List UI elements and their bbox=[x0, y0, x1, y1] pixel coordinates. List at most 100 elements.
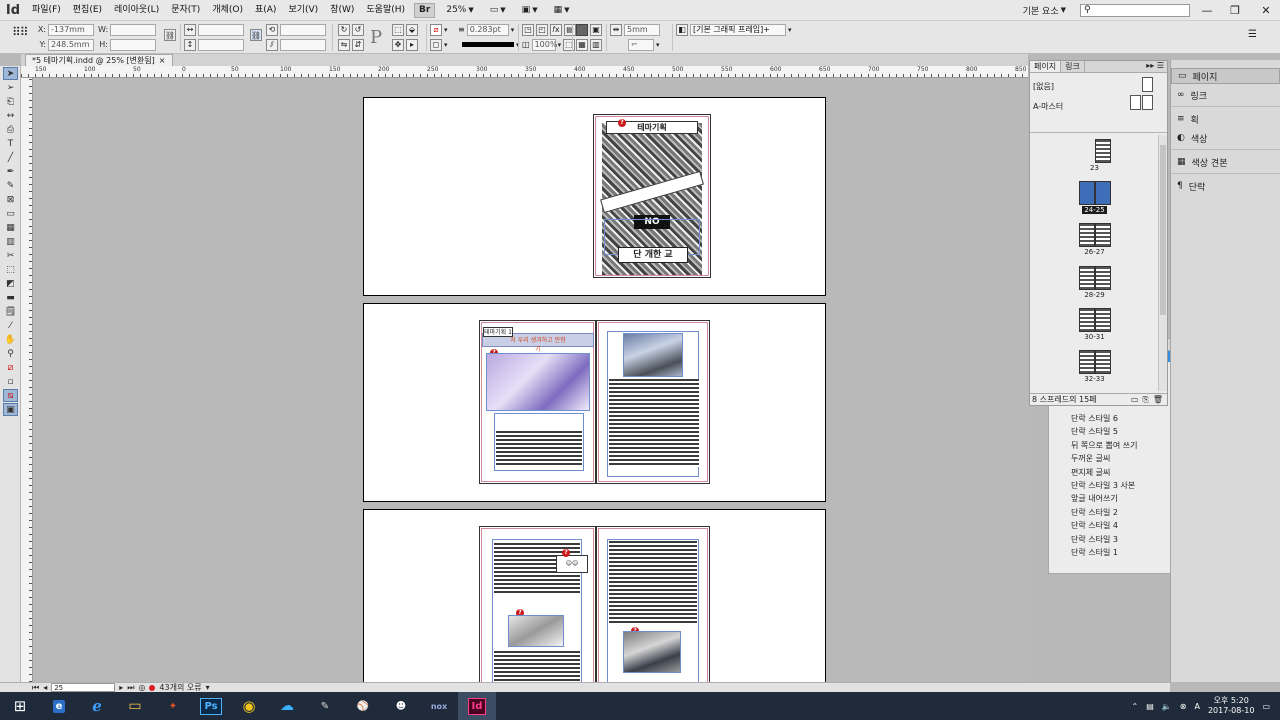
menu-type[interactable]: 문자(T) bbox=[165, 0, 206, 21]
menu-table[interactable]: 표(A) bbox=[249, 0, 282, 21]
close-button[interactable]: ✕ bbox=[1252, 0, 1280, 21]
dock-stroke[interactable]: ≡ 획 bbox=[1171, 111, 1280, 127]
a-master-thumb-right[interactable] bbox=[1142, 95, 1153, 110]
object-styles-icon[interactable]: ▤ bbox=[564, 23, 576, 36]
align-dropdown[interactable]: ⌐ bbox=[628, 38, 654, 51]
missing-link-icon[interactable]: ? bbox=[618, 119, 626, 127]
rotate-ccw-icon[interactable]: ↺ bbox=[352, 23, 364, 36]
stroke-weight-field[interactable]: 0.283pt bbox=[466, 23, 509, 36]
page-25[interactable] bbox=[596, 320, 710, 484]
select-content-icon[interactable]: ⬙ bbox=[406, 23, 418, 36]
wrap-shape-icon[interactable]: ▦ bbox=[576, 38, 588, 51]
hand-tool-icon[interactable]: ✋ bbox=[3, 333, 18, 346]
gradient-tool-icon[interactable]: ◩ bbox=[3, 277, 18, 290]
gap-tool-icon[interactable]: ↔ bbox=[3, 109, 18, 122]
zoom-tool-icon[interactable]: ⚲ bbox=[3, 347, 18, 360]
spread-thumb-30-31[interactable]: 30-31 bbox=[1030, 308, 1159, 341]
taskbar-app[interactable]: ✎ bbox=[306, 692, 344, 720]
wrap-none-icon[interactable] bbox=[576, 23, 588, 36]
note-tool-icon[interactable]: 🗒 bbox=[3, 305, 18, 318]
rotate-cw-icon[interactable]: ↻ bbox=[338, 23, 350, 36]
prev-page-icon[interactable]: ◂ bbox=[43, 683, 47, 692]
constrain-proportions-icon[interactable]: ⛓ bbox=[164, 29, 176, 41]
wrap-jump-icon[interactable]: ▥ bbox=[590, 38, 602, 51]
select-next-icon[interactable]: ▸ bbox=[406, 38, 418, 51]
volume-icon[interactable]: 🔈 bbox=[1162, 702, 1172, 711]
workspace-switcher[interactable]: 기본 요소 ▼ bbox=[1018, 3, 1071, 18]
scissors-tool-icon[interactable]: ✂ bbox=[3, 249, 18, 262]
computer-room-photo[interactable] bbox=[623, 631, 681, 673]
select-previous-icon[interactable]: ✥ bbox=[392, 38, 404, 51]
object-style-dropdown[interactable]: [기본 그래픽 프레임]+ bbox=[690, 23, 786, 36]
tab-links[interactable]: 링크 bbox=[1061, 61, 1085, 72]
last-page-icon[interactable]: ⏭ bbox=[127, 683, 134, 693]
y-position-field[interactable]: 248.5mm bbox=[48, 38, 94, 51]
reference-point-grid[interactable]: ⠿⠿ bbox=[12, 25, 29, 39]
type-tool-icon[interactable]: T bbox=[3, 137, 18, 150]
bridge-button[interactable]: Br bbox=[414, 2, 436, 18]
pencil-tool-icon[interactable]: ✎ bbox=[3, 179, 18, 192]
stroke-type-swatch[interactable] bbox=[462, 42, 514, 47]
zoom-dropdown[interactable]: 25% ▼ bbox=[441, 3, 478, 18]
preflight-icon[interactable]: ◎ bbox=[138, 683, 145, 692]
taskbar-cloud[interactable]: ☁ bbox=[268, 692, 306, 720]
taskbar-app[interactable]: ✦ bbox=[154, 692, 192, 720]
scale-x-field[interactable] bbox=[198, 23, 244, 36]
menu-help[interactable]: 도움말(H) bbox=[360, 0, 411, 21]
dock-links[interactable]: ∞ 링크 bbox=[1171, 87, 1280, 103]
dock-color[interactable]: ◐ 색상 bbox=[1171, 130, 1280, 146]
page-27[interactable]: ? bbox=[596, 526, 710, 682]
shear-field[interactable] bbox=[280, 38, 326, 51]
drop-shadow-icon[interactable]: ◳ bbox=[522, 23, 534, 36]
wrap-bounding-icon[interactable]: ▣ bbox=[590, 23, 602, 36]
rectangle-frame-tool-icon[interactable]: ⊠ bbox=[3, 193, 18, 206]
page-26[interactable]: ☺☺ ? ? bbox=[479, 526, 596, 682]
rotation-field[interactable] bbox=[280, 23, 326, 36]
page-tool-icon[interactable]: ⎗ bbox=[3, 95, 18, 108]
taskbar-app[interactable]: ⚾ bbox=[344, 692, 382, 720]
chevron-down-icon[interactable]: ▾ bbox=[206, 683, 210, 692]
a-master[interactable]: A-마스터 bbox=[1033, 101, 1063, 112]
a-master-thumb-left[interactable] bbox=[1130, 95, 1141, 110]
spread-thumb-23[interactable]: 23 bbox=[1030, 139, 1159, 172]
network-icon[interactable]: ▤ bbox=[1146, 702, 1154, 711]
trash-icon[interactable]: 🗑 bbox=[1153, 394, 1167, 405]
spread-thumb-28-29[interactable]: 28-29 bbox=[1030, 266, 1159, 299]
menu-window[interactable]: 창(W) bbox=[324, 0, 360, 21]
dock-swatches[interactable]: ▦ 색상 견본 bbox=[1171, 154, 1280, 170]
gap-field[interactable]: 5mm bbox=[624, 23, 660, 36]
none-master-thumb[interactable] bbox=[1142, 77, 1153, 92]
taskbar-app[interactable]: e bbox=[40, 692, 78, 720]
x-position-field[interactable]: -137mm bbox=[48, 23, 94, 36]
selection-tool-icon[interactable]: ➤ bbox=[3, 67, 18, 80]
next-page-icon[interactable]: ▸ bbox=[119, 683, 123, 692]
taskbar-app[interactable]: nox bbox=[420, 692, 458, 720]
taskbar-photoshop[interactable]: Ps bbox=[192, 692, 230, 720]
first-page-icon[interactable]: ⏮ bbox=[32, 683, 39, 693]
arrange-documents-button[interactable]: ▦ ▼ bbox=[549, 3, 575, 18]
missing-link-icon[interactable]: ? bbox=[562, 549, 570, 557]
content-collector-icon[interactable]: ⎙ bbox=[3, 123, 18, 136]
ime-icon[interactable]: A bbox=[1194, 702, 1199, 711]
spread-thumb-26-27[interactable]: 26-27 bbox=[1030, 223, 1159, 256]
gradient-feather-tool-icon[interactable]: ▬ bbox=[3, 291, 18, 304]
body-text[interactable] bbox=[496, 431, 582, 465]
close-icon[interactable]: × bbox=[159, 55, 166, 66]
apply-none-icon[interactable]: ⧅ bbox=[3, 389, 18, 402]
body-text[interactable] bbox=[609, 379, 699, 467]
taskbar-explorer[interactable]: ▭ bbox=[116, 692, 154, 720]
spread-thumb-24-25[interactable]: 24-25 bbox=[1030, 181, 1159, 215]
menu-layout[interactable]: 레이아웃(L) bbox=[108, 0, 165, 21]
document-tab[interactable]: *5 테마기획.indd @ 25% [변환됨] × bbox=[25, 54, 173, 66]
none-master[interactable]: [없음] bbox=[1033, 81, 1054, 92]
grid-tool-icon[interactable]: ▥ bbox=[3, 235, 18, 248]
taskbar-chrome[interactable]: ◉ bbox=[230, 692, 268, 720]
scale-y-field[interactable] bbox=[198, 38, 244, 51]
rectangle-tool-icon[interactable]: ▭ bbox=[3, 207, 18, 220]
minimize-button[interactable]: — bbox=[1196, 0, 1218, 21]
page-24[interactable]: 테마기획 1 처 우리 생겨하고 만향기 ? bbox=[479, 320, 596, 484]
table-tool-icon[interactable]: ▦ bbox=[3, 221, 18, 234]
effects-icon[interactable]: 𝑓x bbox=[550, 23, 562, 36]
page-23[interactable]: 테마기획 ? NO 단 개한 교 bbox=[593, 114, 711, 278]
flip-vertical-icon[interactable]: ⇵ bbox=[352, 38, 364, 51]
